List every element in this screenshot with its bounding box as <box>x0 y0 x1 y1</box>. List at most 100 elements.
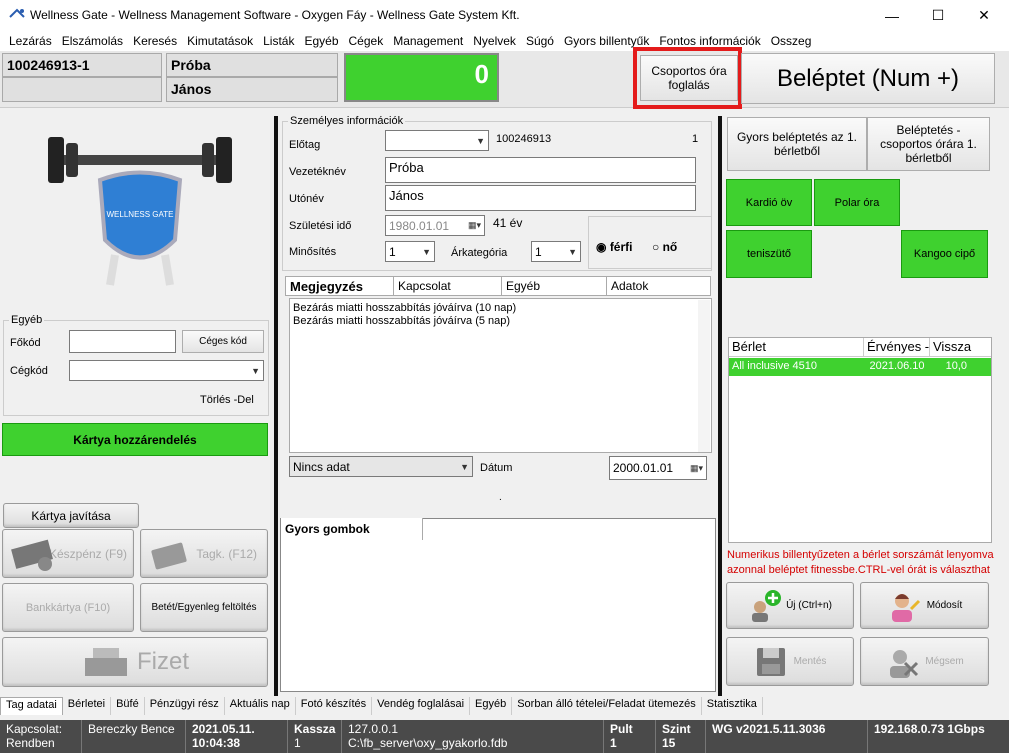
menu-elszamolas[interactable]: Elszámolás <box>57 34 128 48</box>
polar-ora-button[interactable]: Polar óra <box>814 179 900 226</box>
kangoo-cipo-button[interactable]: Kangoo cipő <box>901 230 988 278</box>
notes-list[interactable]: Bezárás miatti hosszabbítás jóváírva (10… <box>289 298 712 453</box>
vezeteknev-label: Vezetéknév <box>289 166 346 178</box>
member-card-button[interactable]: Tagk. (F12) <box>140 529 268 578</box>
elotag-select[interactable]: ▼ <box>385 130 489 151</box>
minimize-button[interactable]: — <box>869 0 915 31</box>
modify-button[interactable]: Módosít <box>860 582 989 629</box>
edit-user-icon <box>891 593 920 622</box>
member-first-name: János <box>166 77 338 102</box>
deposit-button[interactable]: Betét/Egyenleg feltöltés <box>140 583 268 632</box>
menu-lezaras[interactable]: Lezárás <box>4 34 57 48</box>
kardio-ov-button[interactable]: Kardió öv <box>726 179 812 226</box>
radio-ferfi[interactable]: ◉ férfi <box>596 240 632 254</box>
new-button[interactable]: Új (Ctrl+n) <box>726 582 854 629</box>
tab-kapcsolat[interactable]: Kapcsolat <box>394 277 502 295</box>
tab-tag-adatai[interactable]: Tag adatai <box>0 697 63 715</box>
col-vissza[interactable]: Vissza <box>930 338 990 356</box>
card-icon <box>151 542 187 570</box>
tab-megjegyzes[interactable]: Megjegyzés <box>286 277 394 295</box>
dot-label: . <box>499 492 502 503</box>
member-last-name: Próba <box>166 53 338 77</box>
wellness-gate-logo: WELLNESS GATE <box>48 137 232 286</box>
pay-button[interactable]: Fizet <box>2 637 268 687</box>
menu-gyors-billentyuk[interactable]: Gyors billentyűk <box>559 34 654 48</box>
menu-bar: Lezárás Elszámolás Keresés Kimutatások L… <box>0 31 1009 51</box>
hint-text: Numerikus billentyűzeten a bérlet sorszá… <box>727 549 994 576</box>
szuletesi-label: Születési idő <box>289 220 352 232</box>
svg-text:WELLNESS GATE: WELLNESS GATE <box>107 210 174 219</box>
status-user: Bereczky Bence <box>82 720 186 753</box>
minosites-label: Minősítés <box>289 246 337 258</box>
tab-egyeb[interactable]: Egyéb <box>502 277 607 295</box>
tab-penzugyi-resz[interactable]: Pénzügyi rész <box>145 697 225 715</box>
menu-sugo[interactable]: Súgó <box>521 34 559 48</box>
calendar-icon: ▦▾ <box>689 462 703 473</box>
table-row[interactable]: All inclusive 4510 2021.06.10 10,0 <box>729 358 991 376</box>
minosites-select[interactable]: 1 ▼ <box>385 241 435 262</box>
card-repair-button[interactable]: Kártya javítása <box>3 503 139 528</box>
tab-gyors-gombok[interactable]: Gyors gombok <box>281 518 423 540</box>
tab-aktualis-nap[interactable]: Aktuális nap <box>225 697 296 715</box>
age-label: 41 év <box>493 216 523 230</box>
fokod-input[interactable] <box>69 330 176 353</box>
tab-adatok[interactable]: Adatok <box>607 277 710 295</box>
status-version: WG v2021.5.11.3036 <box>706 720 868 753</box>
torles-label: Törlés -Del <box>200 394 254 406</box>
balance-display: 0 <box>344 53 499 102</box>
cegkod-select[interactable]: ▼ <box>69 360 264 381</box>
tab-berletei[interactable]: Bérletei <box>63 697 112 715</box>
col-ervenyes[interactable]: Érvényes - <box>864 338 930 356</box>
group-class-enter-button[interactable]: Beléptetés - csoportos órára 1. bérletbő… <box>867 117 990 171</box>
note-line: Bezárás miatti hosszabbítás jóváírva (10… <box>293 302 517 314</box>
menu-kereses[interactable]: Keresés <box>128 34 182 48</box>
menu-osszeg[interactable]: Osszeg <box>766 34 817 48</box>
col-berlet[interactable]: Bérlet <box>729 338 864 356</box>
bankcard-button[interactable]: Bankkártya (F10) <box>2 583 134 632</box>
menu-nyelvek[interactable]: Nyelvek <box>468 34 521 48</box>
nincs-adat-select[interactable]: Nincs adat ▼ <box>289 456 473 477</box>
ceges-kod-button[interactable]: Céges kód <box>182 330 264 353</box>
enter-button[interactable]: Beléptet (Num +) <box>741 53 995 104</box>
tab-vendeg-foglalasai[interactable]: Vendég foglalásai <box>372 697 471 715</box>
quick-enter-button[interactable]: Gyors beléptetés az 1. bérletből <box>727 117 867 171</box>
cash-button[interactable]: Készpénz (F9) <box>2 529 134 578</box>
cancel-user-icon <box>890 649 919 678</box>
vezeteknev-input[interactable]: Próba <box>385 157 696 183</box>
arkategoria-select[interactable]: 1 ▼ <box>531 241 581 262</box>
close-button[interactable]: ✕ <box>961 0 1007 31</box>
maximize-button[interactable]: ☐ <box>915 0 961 31</box>
card-assign-button[interactable]: Kártya hozzárendelés <box>2 423 268 456</box>
elotag-label: Előtag <box>289 139 321 151</box>
tab-bufe[interactable]: Büfé <box>111 697 145 715</box>
status-szint: Szint 15 <box>656 720 706 753</box>
status-kassza: Kassza 1 <box>288 720 342 753</box>
menu-cegek[interactable]: Cégek <box>344 34 389 48</box>
save-button[interactable]: Mentés <box>726 637 854 686</box>
menu-kimutatasok[interactable]: Kimutatások <box>182 34 258 48</box>
teniszuto-button[interactable]: teniszütő <box>726 230 812 278</box>
cancel-button[interactable]: Mégsem <box>860 637 989 686</box>
tab-egyeb-bottom[interactable]: Egyéb <box>470 697 513 715</box>
egyeb-legend: Egyéb <box>9 314 45 326</box>
tab-sorban-allo[interactable]: Sorban álló tételei/Feladat ütemezés <box>512 697 702 715</box>
calendar-icon: ▦▾ <box>467 220 481 230</box>
birth-date-picker[interactable]: 1980.01.01 ▦▾ <box>385 215 485 236</box>
date-picker[interactable]: 2000.01.01 ▦▾ <box>609 456 707 480</box>
utonev-input[interactable]: János <box>385 185 696 211</box>
menu-listak[interactable]: Listák <box>258 34 299 48</box>
status-connection: Kapcsolat: Rendben <box>0 720 82 753</box>
chevron-down-icon: ▼ <box>568 246 577 257</box>
table-header-row: Bérlet Érvényes - Vissza <box>729 338 991 357</box>
menu-egyeb[interactable]: Egyéb <box>299 34 343 48</box>
tab-statisztika[interactable]: Statisztika <box>702 697 763 715</box>
note-line: Bezárás miatti hosszabbítás jóváírva (5 … <box>293 315 511 327</box>
highlight-box <box>633 47 742 109</box>
bottom-tabs: Tag adatai Bérletei Büfé Pénzügyi rész A… <box>0 697 1009 715</box>
tab-foto-keszites[interactable]: Fotó készítés <box>296 697 373 715</box>
menu-management[interactable]: Management <box>388 34 468 48</box>
radio-no[interactable]: ○ nő <box>652 240 677 254</box>
menu-fontos-informaciok[interactable]: Fontos információk <box>654 34 765 48</box>
notes-scrollbar[interactable] <box>698 300 710 452</box>
fokod-label: Főkód <box>10 337 41 349</box>
